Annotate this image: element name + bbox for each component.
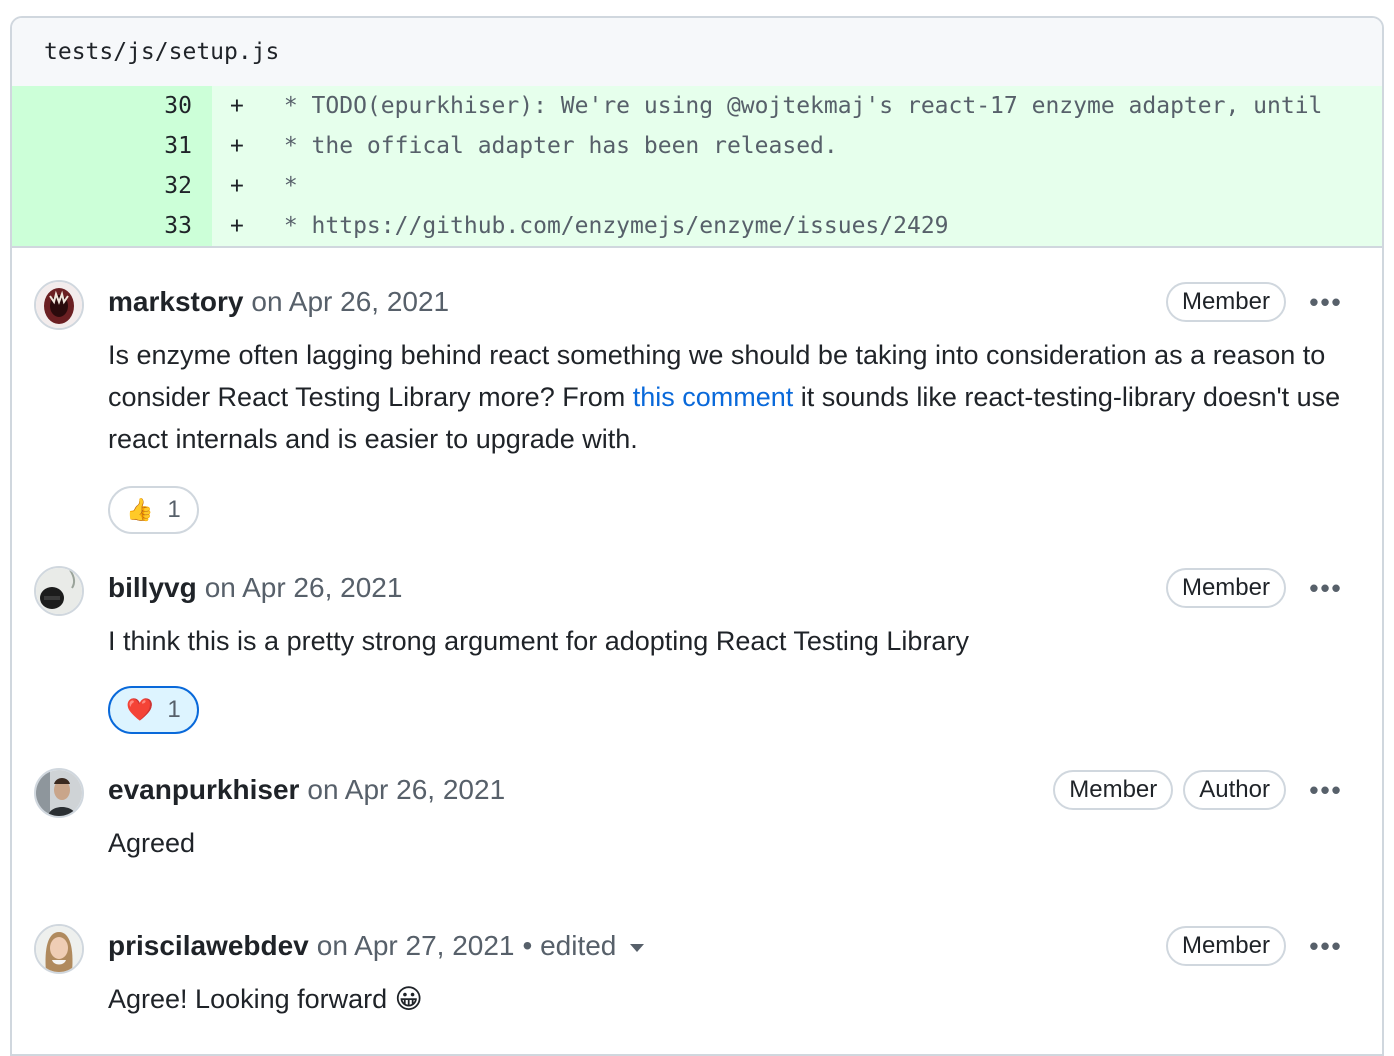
line-code: + * TODO(epurkhiser): We're using @wojte… [212, 86, 1382, 126]
edited-label[interactable]: • edited [523, 930, 617, 962]
avatar-image [36, 568, 82, 614]
comment-actions: Member ••• [1165, 568, 1346, 608]
line-number[interactable]: 30 [12, 86, 212, 126]
comment-date[interactable]: on Apr 27, 2021 [317, 930, 515, 962]
author-name[interactable]: billyvg [108, 572, 197, 604]
diff-line: 31 + * the offical adapter has been rele… [12, 126, 1382, 166]
member-badge: Member [1053, 770, 1174, 810]
comment-body: Is enzyme often lagging behind react som… [108, 334, 1346, 460]
author-name[interactable]: evanpurkhiser [108, 774, 299, 806]
code-text: * https://github.com/enzymejs/enzyme/iss… [270, 213, 949, 239]
comment-date[interactable]: on Apr 26, 2021 [251, 286, 449, 318]
thumbs-up-icon: 👍 [126, 497, 154, 522]
member-badge: Member [1165, 568, 1286, 608]
author-name[interactable]: priscilawebdev [108, 930, 309, 962]
code-text: * TODO(epurkhiser): We're using @wojtekm… [270, 93, 1323, 119]
comment: priscilawebdev on Apr 27, 2021 • edited … [12, 924, 1382, 1020]
review-thread: tests/js/setup.js 30 + * TODO(epurkhiser… [10, 16, 1384, 1056]
diff-hunk: 30 + * TODO(epurkhiser): We're using @wo… [12, 86, 1382, 248]
avatar-image [36, 926, 82, 972]
comment: markstory on Apr 26, 2021 Member ••• Is … [12, 280, 1382, 534]
file-path[interactable]: tests/js/setup.js [12, 18, 1382, 86]
avatar[interactable] [34, 924, 84, 974]
comment-header: billyvg on Apr 26, 2021 Member ••• [108, 568, 1346, 608]
caret-down-icon[interactable] [630, 944, 645, 952]
avatar-image [36, 770, 82, 816]
code-text: * the offical adapter has been released. [270, 133, 838, 159]
comment-header: evanpurkhiser on Apr 26, 2021 Member Aut… [108, 770, 1346, 810]
reaction-heart[interactable]: ❤️ 1 [108, 686, 199, 734]
diff-line: 33 + * https://github.com/enzymejs/enzym… [12, 206, 1382, 246]
avatar[interactable] [34, 280, 84, 330]
reaction-thumbs-up[interactable]: 👍 1 [108, 486, 199, 534]
avatar[interactable] [34, 768, 84, 818]
comment-date[interactable]: on Apr 26, 2021 [205, 572, 403, 604]
added-marker: + [230, 93, 244, 119]
line-code: + * the offical adapter has been release… [212, 126, 1382, 166]
heart-icon: ❤️ [126, 697, 154, 722]
code-text: * [270, 173, 298, 199]
line-number[interactable]: 31 [12, 126, 212, 166]
comment-actions: Member ••• [1165, 282, 1346, 322]
kebab-horizontal-icon[interactable]: ••• [1306, 287, 1346, 318]
comment-body: I think this is a pretty strong argument… [108, 626, 969, 656]
added-marker: + [230, 133, 244, 159]
reaction-count: 1 [167, 696, 181, 723]
added-marker: + [230, 213, 244, 239]
line-number[interactable]: 32 [12, 166, 212, 206]
member-badge: Member [1165, 926, 1286, 966]
line-code: + * [212, 166, 1382, 206]
kebab-horizontal-icon[interactable]: ••• [1306, 775, 1346, 806]
author-badge: Author [1183, 770, 1286, 810]
comment-actions: Member ••• [1165, 926, 1346, 966]
added-marker: + [230, 173, 244, 199]
comment-date[interactable]: on Apr 26, 2021 [307, 774, 505, 806]
comment: billyvg on Apr 26, 2021 Member ••• I thi… [12, 566, 1382, 734]
line-code: + * https://github.com/enzymejs/enzyme/i… [212, 206, 1382, 246]
comment-actions: Member Author ••• [1053, 770, 1346, 810]
comment-header: markstory on Apr 26, 2021 Member ••• [108, 282, 1346, 322]
avatar[interactable] [34, 566, 84, 616]
comment: evanpurkhiser on Apr 26, 2021 Member Aut… [12, 768, 1382, 864]
avatar-image [36, 282, 82, 328]
diff-line: 32 + * [12, 166, 1382, 206]
comment-body: Agree! Looking forward 😀 [108, 984, 423, 1014]
comment-link[interactable]: this comment [633, 382, 794, 412]
reaction-count: 1 [167, 496, 181, 523]
kebab-horizontal-icon[interactable]: ••• [1306, 931, 1346, 962]
comment-body: Agreed [108, 828, 196, 858]
comment-header: priscilawebdev on Apr 27, 2021 • edited … [108, 926, 1346, 966]
author-name[interactable]: markstory [108, 286, 243, 318]
member-badge: Member [1165, 282, 1286, 322]
diff-line: 30 + * TODO(epurkhiser): We're using @wo… [12, 86, 1382, 126]
line-number[interactable]: 33 [12, 206, 212, 246]
kebab-horizontal-icon[interactable]: ••• [1306, 573, 1346, 604]
